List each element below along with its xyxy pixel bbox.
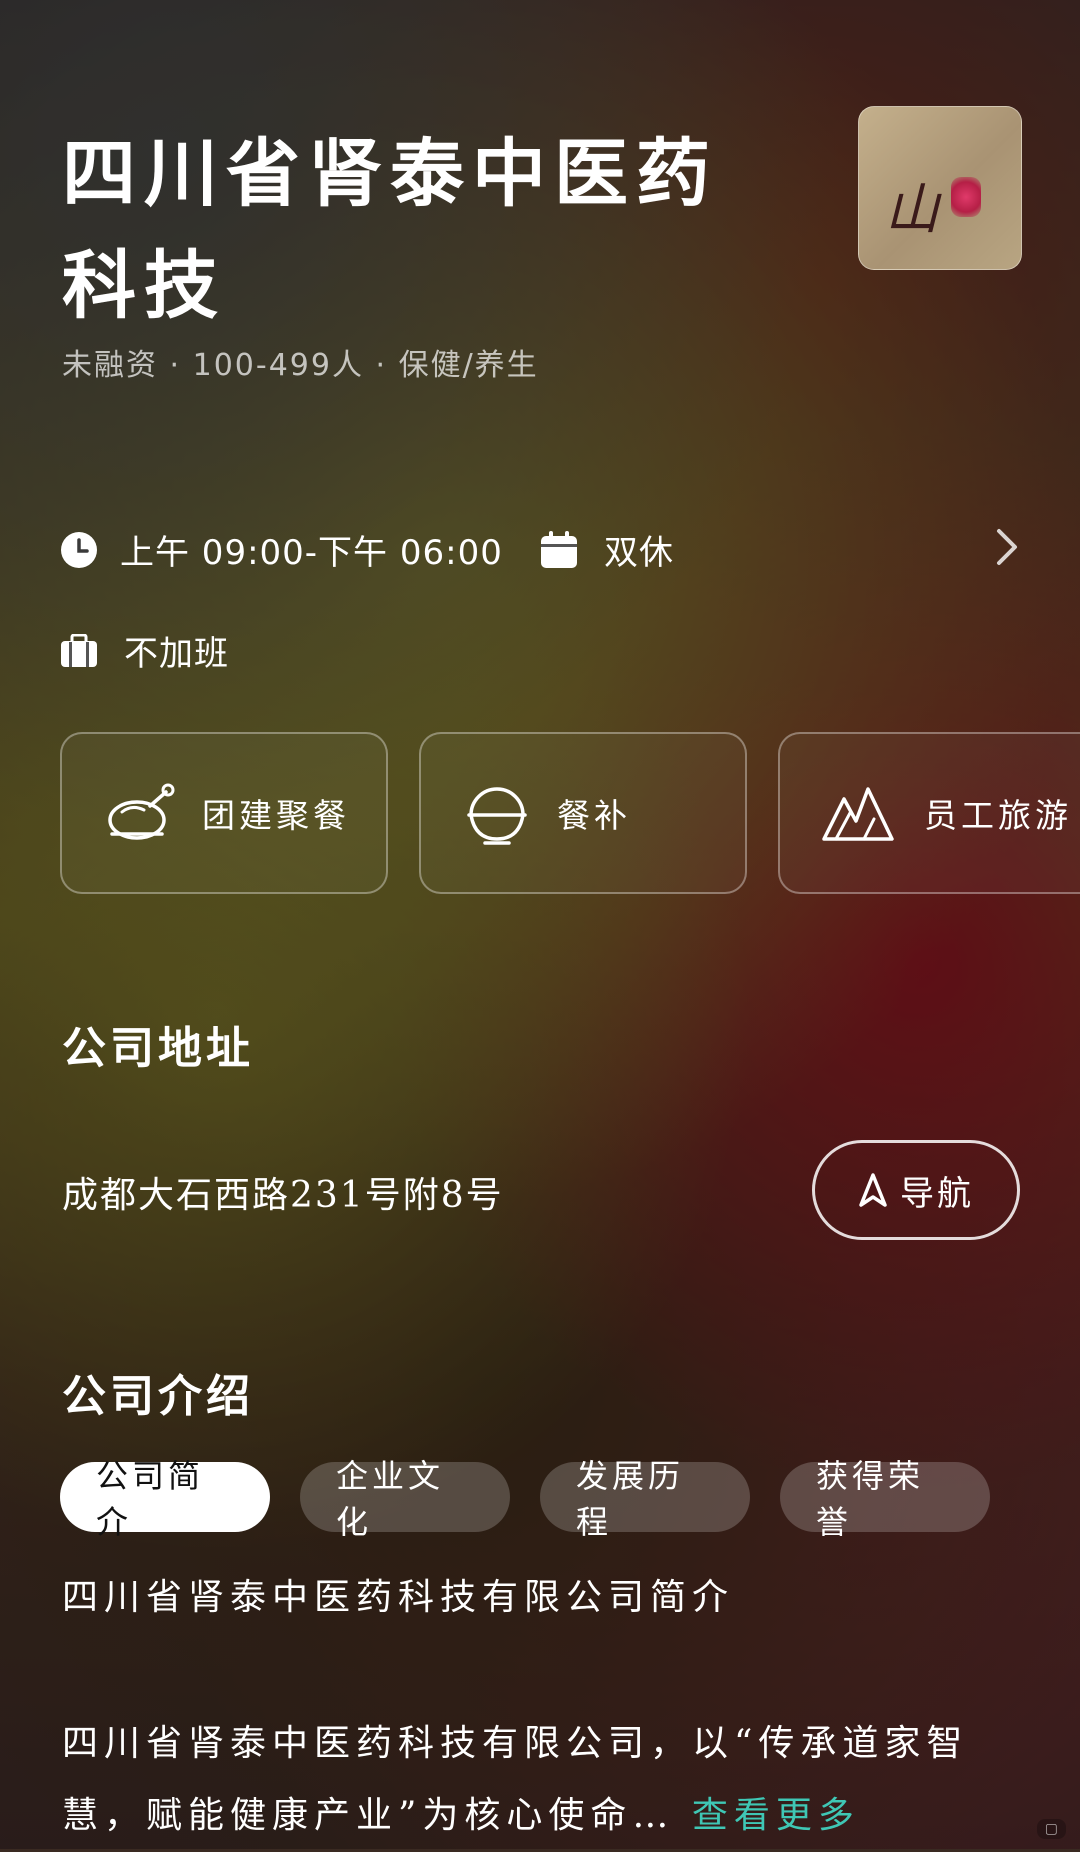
logo-calligraphy-mark: 山: [885, 178, 939, 241]
rice-bowl-icon: [465, 781, 529, 845]
company-meta: 未融资 · 100-499人 · 保健/养生: [62, 348, 539, 383]
address-text: 成都大石西路231号附8号: [62, 1175, 504, 1216]
calendar-icon: [540, 530, 578, 569]
logo-red-seal: [951, 177, 981, 217]
clock-icon: [60, 531, 98, 569]
chevron-right-icon[interactable]: [995, 527, 1019, 567]
work-hours-row[interactable]: 上午 09:00-下午 06:00: [60, 525, 503, 574]
navigate-button[interactable]: 导航: [812, 1140, 1020, 1240]
rest-text: 双休: [604, 533, 674, 573]
tab-history[interactable]: 发展历程: [540, 1457, 750, 1541]
watermark-icon: ▢: [1036, 1819, 1066, 1839]
intro-section-title: 公司介绍: [62, 1371, 254, 1422]
tab-corporate-culture[interactable]: 企业文化: [300, 1457, 510, 1541]
work-hours-text: 上午 09:00-下午 06:00: [120, 533, 503, 573]
navigate-label: 导航: [900, 1173, 974, 1214]
intro-heading: 四川省肾泰中医药科技有限公司简介: [62, 1577, 735, 1618]
address-section-title: 公司地址: [62, 1023, 254, 1074]
company-logo[interactable]: 山: [858, 106, 1022, 270]
company-name: 四川省肾泰中医药科技: [62, 131, 718, 329]
intro-tabs: 公司简介 企业文化 发展历程 获得荣誉: [60, 1457, 990, 1541]
welfare-label: 餐补: [557, 796, 631, 835]
see-more-link[interactable]: 查看更多: [692, 1795, 860, 1836]
welfare-label: 员工旅游: [924, 796, 1072, 835]
tab-honors[interactable]: 获得荣誉: [780, 1457, 990, 1541]
overtime-row: 不加班: [60, 626, 229, 675]
rest-row[interactable]: 双休: [540, 525, 674, 574]
navigation-arrow-icon: [858, 1173, 888, 1207]
company-detail-page: 四川省肾泰中医药科技 山 未融资 · 100-499人 · 保健/养生 上午 0…: [0, 0, 1080, 1849]
intro-body: 四川省肾泰中医药科技有限公司，以“传承道家智慧，赋能健康产业”为核心使命… 查看…: [62, 1708, 1022, 1852]
overtime-text: 不加班: [124, 634, 229, 674]
tab-company-profile[interactable]: 公司简介: [60, 1457, 270, 1541]
welfare-card[interactable]: 餐补: [419, 732, 747, 894]
mountains-icon: [822, 783, 894, 843]
briefcase-icon: [60, 633, 98, 668]
roast-chicken-icon: [104, 782, 176, 844]
welfare-card[interactable]: 员工旅游: [778, 732, 1080, 894]
welfare-label: 团建聚餐: [202, 796, 350, 835]
welfare-card[interactable]: 团建聚餐: [60, 732, 388, 894]
